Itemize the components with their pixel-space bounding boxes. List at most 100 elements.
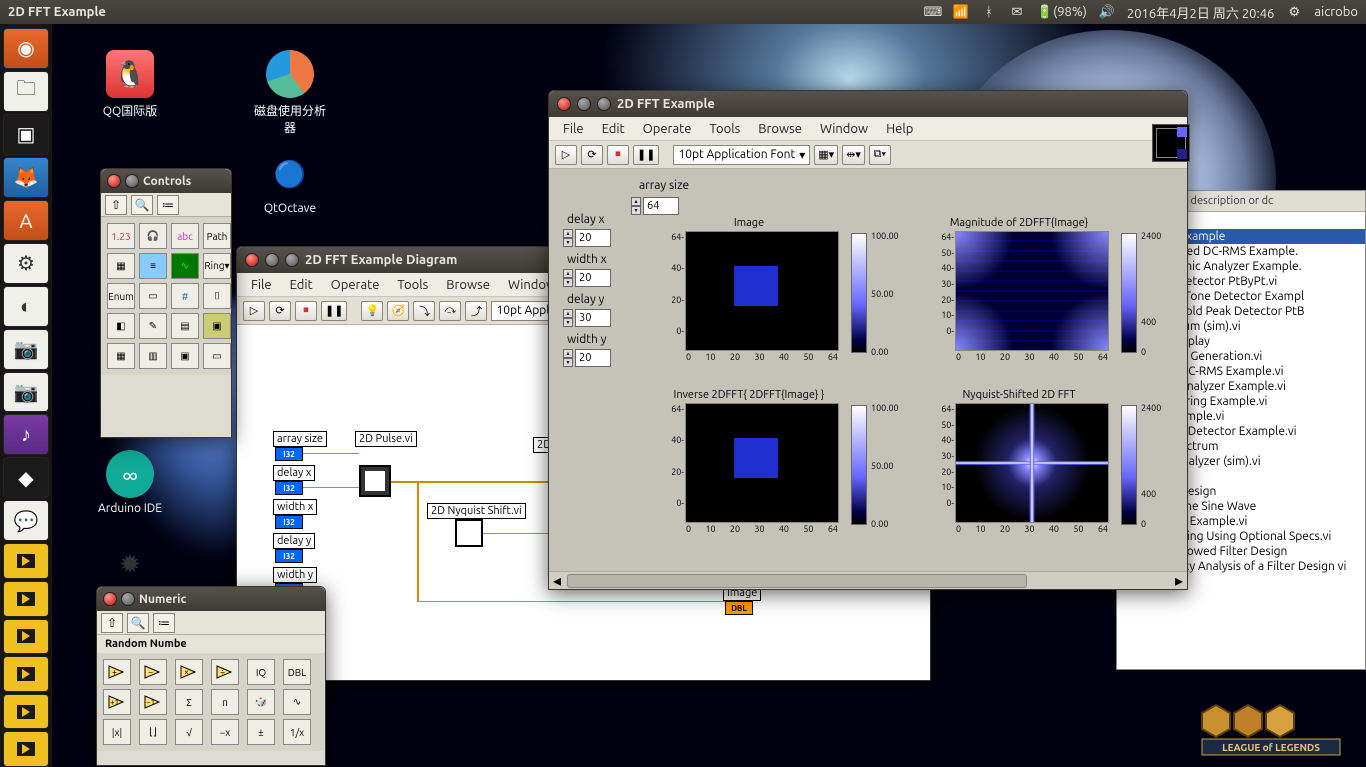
menu-window[interactable]: Window	[812, 120, 876, 138]
run-cont-button[interactable]: ⟳	[269, 301, 291, 321]
reorder-button[interactable]: ⧉▾	[869, 145, 891, 165]
plot-nyquist[interactable]: Nyquist-Shifted 2D FFT 64-50-40-30-20-10…	[929, 389, 1109, 523]
fn-conversion-icon[interactable]: DBL	[283, 659, 311, 685]
fn-random-icon[interactable]: 🎲	[247, 689, 275, 715]
app-icon[interactable]: ◆	[3, 457, 49, 498]
step-into-button[interactable]: ⤵	[413, 301, 435, 321]
control-widthy[interactable]: ▴▾20	[563, 349, 611, 367]
clock[interactable]: 2016年4月2日 周六 20:46	[1127, 3, 1274, 22]
terminal-widthy[interactable]: width y	[273, 567, 317, 583]
wifi-icon[interactable]: 📶	[953, 4, 969, 20]
fn-abs-icon[interactable]: |x|	[103, 719, 131, 745]
palette-enum-icon[interactable]: Enum	[107, 283, 135, 309]
palette-numeric-icon[interactable]: 1.23	[107, 223, 135, 249]
fn-increment-icon[interactable]: +1	[103, 689, 131, 715]
close-icon[interactable]	[245, 253, 259, 267]
pause-button[interactable]: ❚❚	[633, 145, 659, 165]
battery-indicator[interactable]: 🔋(98%)	[1037, 5, 1087, 20]
view-icon[interactable]: ≔	[157, 195, 179, 215]
control-delayy[interactable]: ▴▾30	[563, 309, 611, 327]
palette-user-icon[interactable]: ▣	[171, 343, 199, 369]
fn-expr-icon[interactable]: ∿	[283, 689, 311, 715]
fn-divide-icon[interactable]: ÷	[211, 659, 239, 685]
up-icon[interactable]: ⇧	[101, 613, 123, 633]
front-canvas[interactable]: array size ▴▾64 delay x ▴▾20 width x ▴▾2…	[549, 169, 1187, 571]
subvi-2dpulse[interactable]: 2D Pulse.vi	[355, 431, 417, 447]
desktop-icon-qtoctave[interactable]: 🔵 QtOctave	[250, 150, 330, 215]
controls-palette-titlebar[interactable]: Controls	[101, 169, 231, 193]
palette-select-icon[interactable]: ▭	[203, 343, 231, 369]
fn-subtract-icon[interactable]: −	[139, 659, 167, 685]
menu-file[interactable]: File	[555, 120, 592, 138]
mail-icon[interactable]: ✉	[1009, 4, 1025, 20]
palette-classic-icon[interactable]: ▤	[171, 313, 199, 339]
menu-file[interactable]: File	[243, 276, 280, 294]
desktop-icon-qq[interactable]: 🐧 QQ国际版	[90, 50, 170, 119]
fn-multiply-icon[interactable]: ×	[175, 659, 203, 685]
close-icon[interactable]	[107, 174, 121, 188]
pin-icon[interactable]	[121, 592, 135, 606]
labview-vi-icon-6[interactable]	[3, 731, 49, 767]
files-icon[interactable]: 🗀	[3, 71, 49, 112]
up-icon[interactable]: ⇧	[105, 195, 127, 215]
user-menu[interactable]: aicrobo	[1314, 5, 1358, 19]
maximize-icon[interactable]	[597, 97, 611, 111]
view-icon[interactable]: ≔	[153, 613, 175, 633]
palette-refnum-icon[interactable]: ⌷	[203, 283, 231, 309]
abort-button[interactable]: ⏹	[607, 145, 629, 165]
volume-icon[interactable]: 🔊	[1099, 4, 1115, 20]
keyboard-icon[interactable]: ⌨	[925, 4, 941, 20]
run-button[interactable]: ▷	[555, 145, 577, 165]
retain-button[interactable]: 🧭	[387, 301, 409, 321]
terminal-icon[interactable]: ▣	[3, 114, 49, 155]
ubuntu-software-icon[interactable]: A	[3, 200, 49, 241]
plot-inverse[interactable]: Inverse 2DFFT{ 2DFFT{Image} } 64-40-20-0…	[659, 389, 839, 523]
palette-decoration-icon[interactable]: ✎	[139, 313, 167, 339]
bluetooth-icon[interactable]: ᚼ	[981, 4, 997, 20]
plot-image[interactable]: Image 64-40-20-0- 0102030405064 100.00 5…	[659, 217, 839, 351]
menu-operate[interactable]: Operate	[323, 276, 388, 294]
menu-help[interactable]: Help	[878, 120, 921, 138]
firefox-icon[interactable]: 🦊	[3, 157, 49, 198]
fn-round-icon[interactable]: ⌊⌋	[139, 719, 167, 745]
labview-vi-icon-2[interactable]	[3, 581, 49, 617]
media-icon[interactable]: ♪	[3, 414, 49, 455]
palette-path-icon[interactable]: Path	[203, 223, 231, 249]
dash-icon[interactable]: ◉	[3, 28, 49, 69]
palette-addons-icon[interactable]: ▥	[139, 343, 167, 369]
palette-dotnet-icon[interactable]: ▦	[107, 343, 135, 369]
step-over-button[interactable]: ⤼	[439, 301, 461, 321]
distribute-button[interactable]: ⇹▾	[842, 145, 865, 165]
menu-browse[interactable]: Browse	[750, 120, 810, 138]
close-icon[interactable]	[557, 97, 571, 111]
palette-variant-icon[interactable]: ◧	[107, 313, 135, 339]
pause-button[interactable]: ❚❚	[321, 301, 347, 321]
pin-icon[interactable]	[125, 174, 139, 188]
close-icon[interactable]	[103, 592, 117, 606]
minimize-icon[interactable]	[265, 253, 279, 267]
fn-add-icon[interactable]: +	[103, 659, 131, 685]
maximize-icon[interactable]	[285, 253, 299, 267]
step-out-button[interactable]: ⤴	[465, 301, 487, 321]
front-titlebar[interactable]: 2D FFT Example	[549, 91, 1187, 117]
control-arraysize[interactable]: ▴▾64	[631, 197, 679, 215]
run-cont-button[interactable]: ⟳	[581, 145, 603, 165]
abort-button[interactable]: ⏹	[295, 301, 317, 321]
font-selector[interactable]: 10pt Application Font▾	[673, 145, 810, 165]
front-scrollbar[interactable]: ◂ ▸	[549, 571, 1187, 589]
align-button[interactable]: ▦▾	[814, 145, 838, 165]
palette-string-icon[interactable]: abc	[171, 223, 199, 249]
terminal-delayx[interactable]: delay x	[273, 465, 315, 481]
settings-icon[interactable]: ⚙	[3, 243, 49, 284]
chat-icon[interactable]: 💬	[3, 500, 49, 541]
fn-decrement-icon[interactable]: −1	[139, 689, 167, 715]
menu-operate[interactable]: Operate	[635, 120, 700, 138]
run-button[interactable]: ▷	[243, 301, 265, 321]
terminal-arraysize[interactable]: array size	[273, 431, 327, 447]
update-icon[interactable]: ◐	[3, 286, 49, 327]
control-widthx[interactable]: ▴▾20	[563, 269, 611, 287]
menu-edit[interactable]: Edit	[594, 120, 633, 138]
menu-browse[interactable]: Browse	[438, 276, 498, 294]
palette-list-icon[interactable]: ≡	[139, 253, 167, 279]
vi-icon[interactable]	[1152, 124, 1190, 162]
